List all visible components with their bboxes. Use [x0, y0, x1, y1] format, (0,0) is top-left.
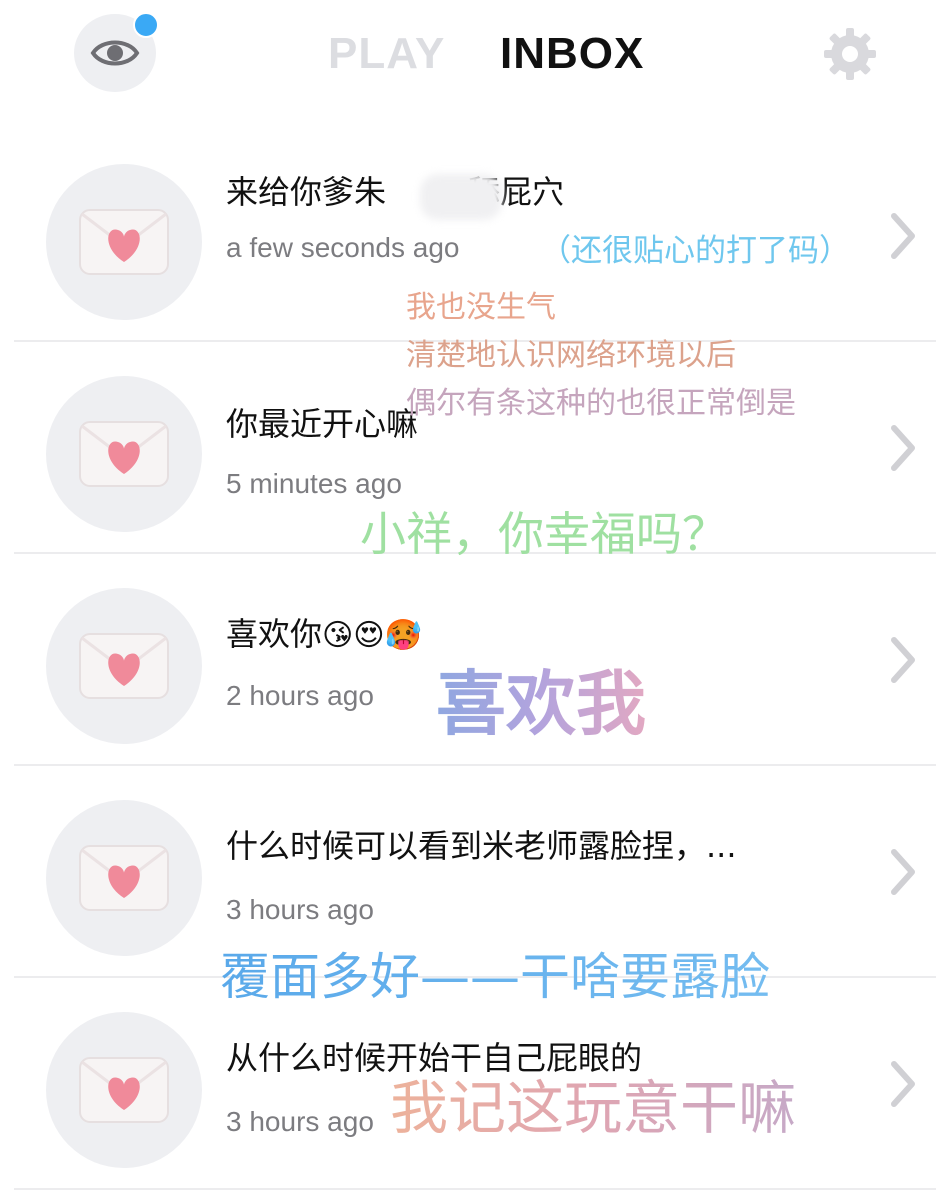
- divider: [14, 1188, 936, 1190]
- emoji-group: 😘😍🥵: [322, 618, 422, 653]
- message-time: 3 hours ago: [226, 894, 374, 925]
- tab-play[interactable]: PLAY: [328, 28, 445, 80]
- annotation-note: 偶尔有条这种的也很正常倒是: [406, 386, 796, 421]
- message-text: 来给你爹朱 舔屁穴: [226, 170, 564, 214]
- eye-icon: [90, 40, 140, 66]
- heart-envelope-icon: [79, 845, 169, 911]
- gear-icon[interactable]: [822, 26, 878, 82]
- message-text: 喜欢你😘😍🥵: [226, 612, 422, 658]
- heart-envelope-icon: [79, 1057, 169, 1123]
- annotation-note: 小祥，你幸福吗？: [360, 507, 728, 561]
- avatar: [46, 164, 202, 320]
- message-time: 2 hours ago: [226, 680, 374, 711]
- avatar: [46, 1012, 202, 1168]
- notification-dot: [133, 12, 159, 38]
- chevron-right-icon[interactable]: [888, 848, 918, 896]
- message-text: 你最近开心嘛: [226, 405, 419, 443]
- avatar: [46, 588, 202, 744]
- message-time: a few seconds ago: [226, 232, 460, 263]
- top-bar: PLAY INBOX: [0, 0, 950, 110]
- annotation-note: 我也没生气: [406, 290, 556, 325]
- heart-envelope-icon: [79, 209, 169, 275]
- message-time: 5 minutes ago: [226, 468, 402, 499]
- annotation-note: 喜欢我: [436, 663, 646, 745]
- annotation-note: 覆面多好——干啥要露脸: [220, 944, 770, 1010]
- chevron-right-icon[interactable]: [888, 636, 918, 684]
- tab-inbox[interactable]: INBOX: [500, 28, 644, 80]
- chevron-right-icon[interactable]: [888, 424, 918, 472]
- heart-envelope-icon: [79, 421, 169, 487]
- heart-envelope-icon: [79, 633, 169, 699]
- chevron-right-icon[interactable]: [888, 212, 918, 260]
- redaction-blur: [420, 174, 502, 220]
- annotation-note: （还很贴心的打了码）: [540, 233, 850, 269]
- avatar: [46, 376, 202, 532]
- chevron-right-icon[interactable]: [888, 1060, 918, 1108]
- message-time: 3 hours ago: [226, 1106, 374, 1137]
- annotation-note: 清楚地认识网络环境以后: [406, 338, 736, 373]
- annotation-note: 我记这玩意干嘛: [390, 1074, 797, 1142]
- message-text-part: 喜欢你: [226, 615, 323, 653]
- avatar: [46, 800, 202, 956]
- message-text: 什么时候可以看到米老师露脸捏，...: [226, 827, 737, 865]
- message-text-part: 来给你爹朱: [226, 173, 387, 211]
